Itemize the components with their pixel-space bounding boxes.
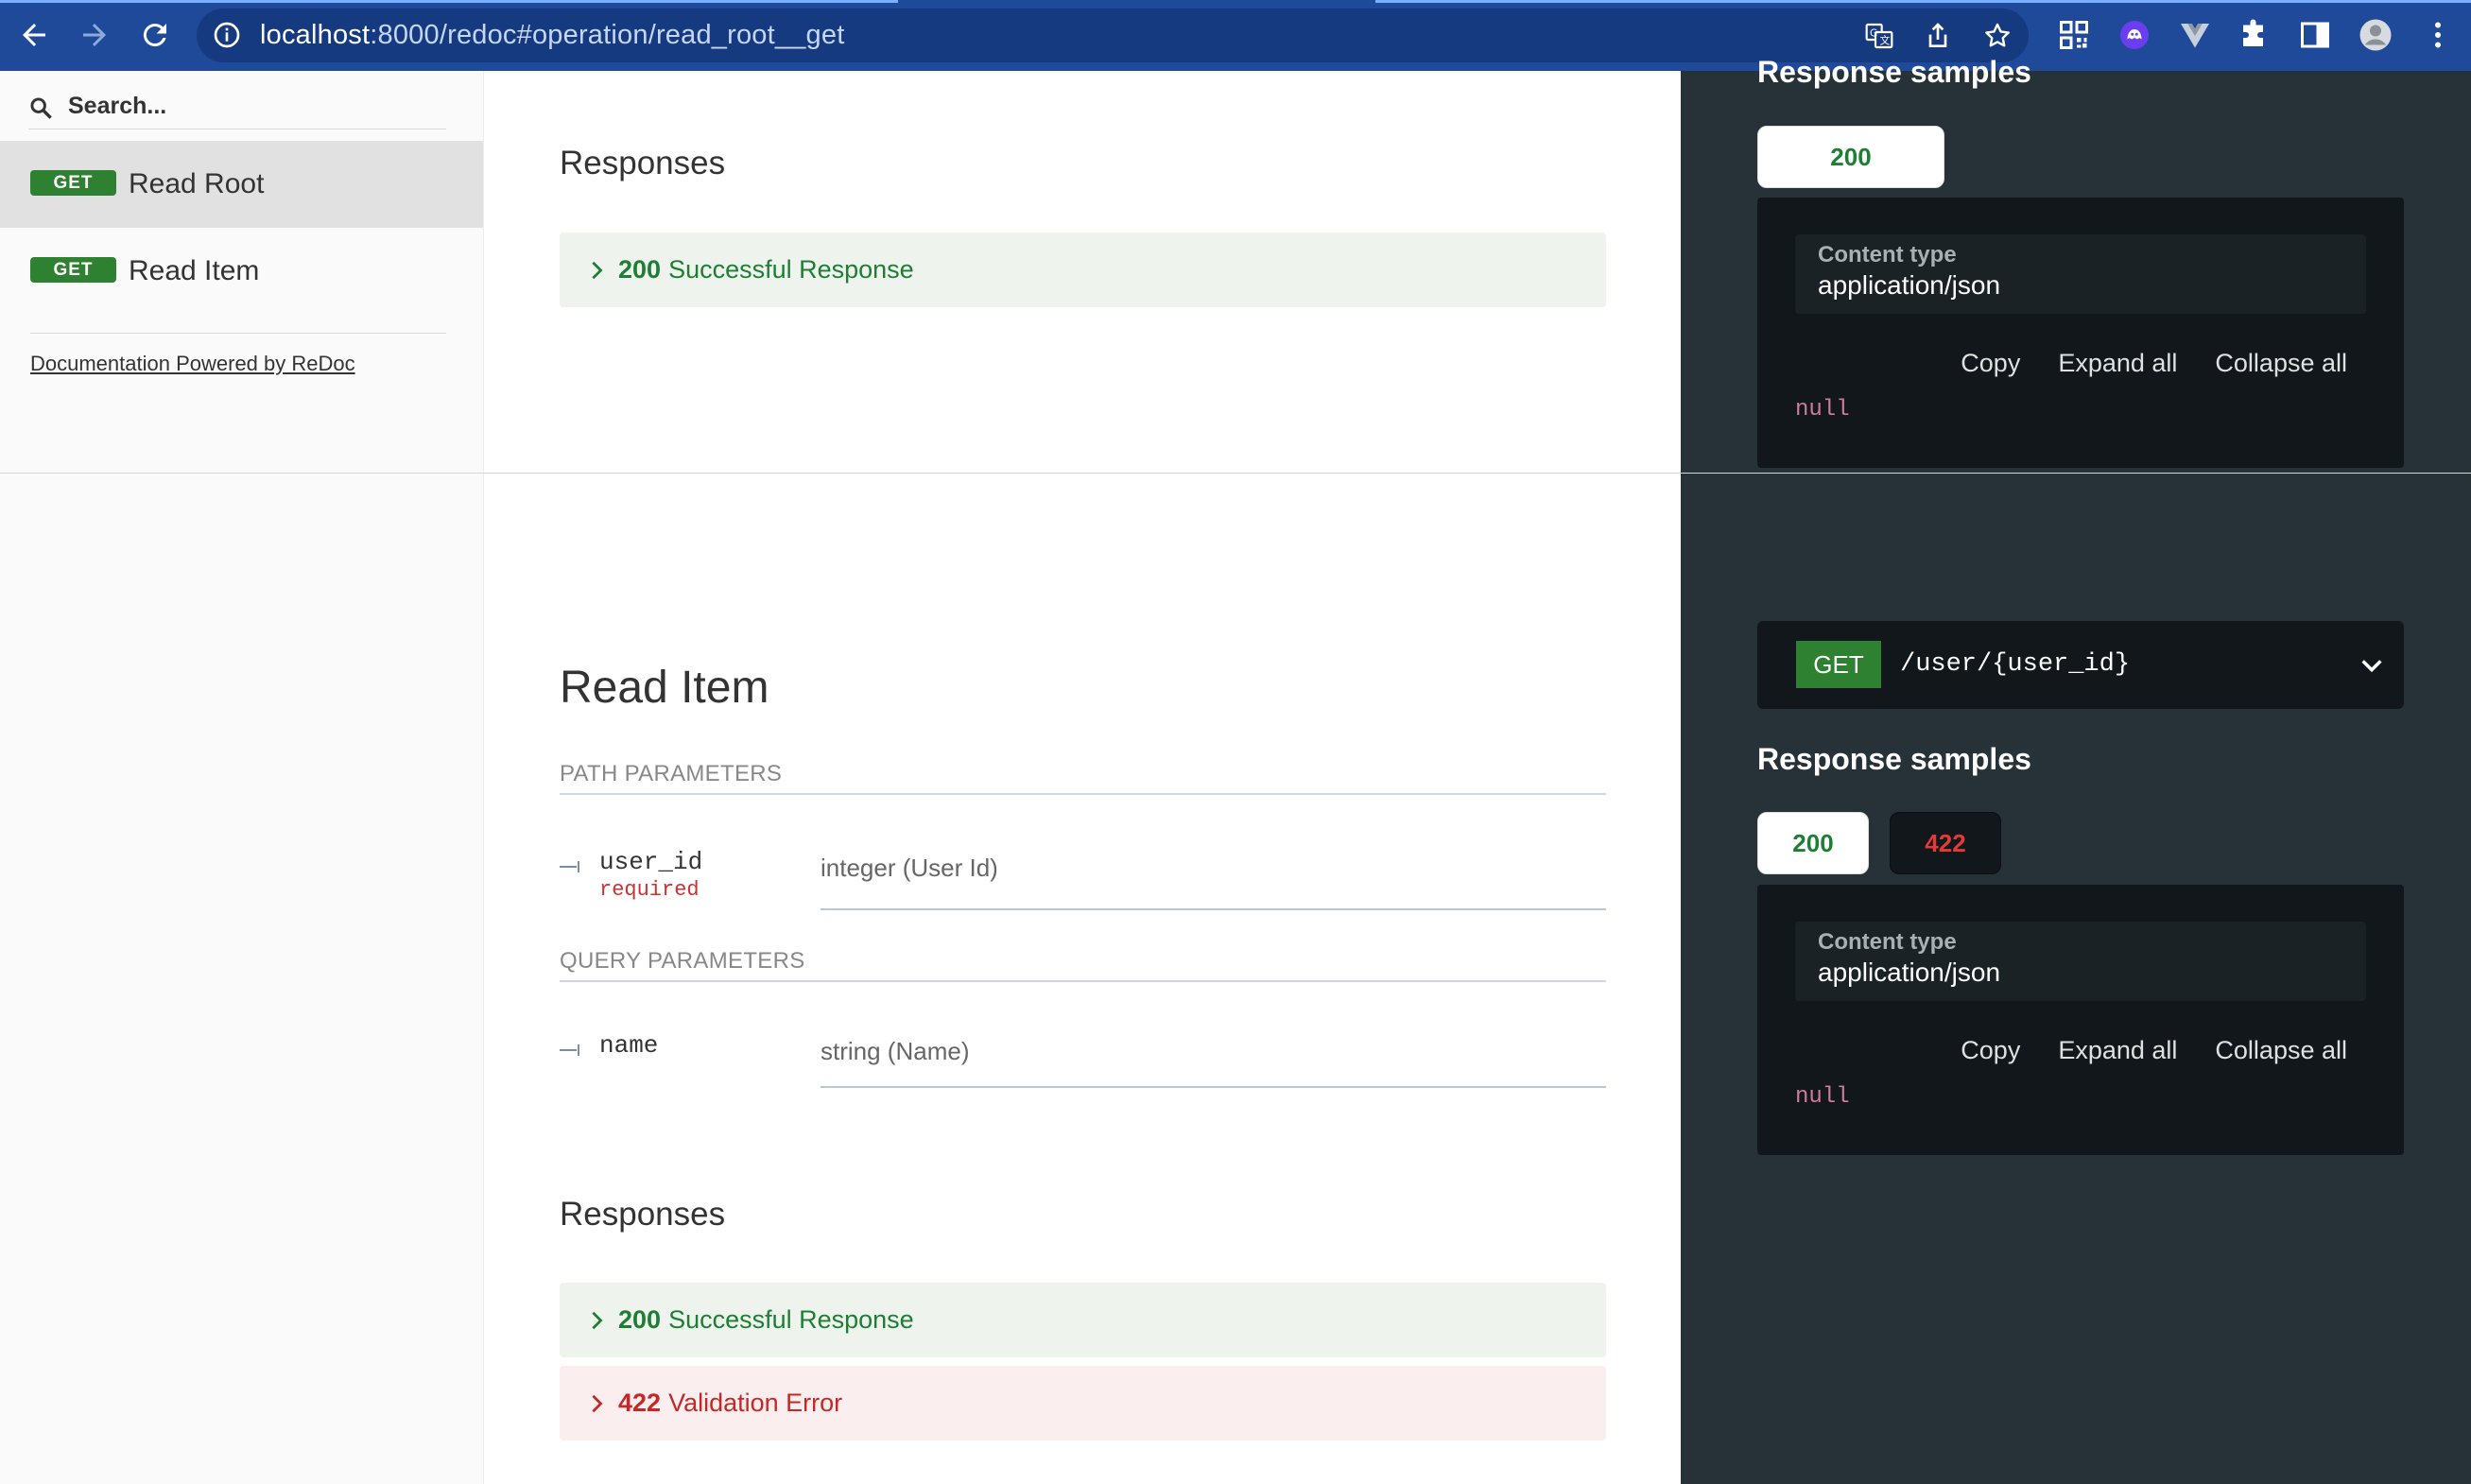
svg-text:文: 文 — [1880, 35, 1891, 47]
content-type-box: Content type application/json — [1795, 234, 2366, 314]
expand-all-button[interactable]: Expand all — [2058, 1036, 2177, 1065]
param-required: required — [599, 878, 700, 902]
sample-value: null — [1795, 397, 1850, 423]
content-type-value: application/json — [1818, 958, 2001, 987]
param-type: integer (User Id) — [821, 854, 998, 882]
search-input[interactable] — [68, 84, 437, 128]
qr-code-icon[interactable] — [2056, 17, 2092, 53]
copy-button[interactable]: Copy — [1961, 1036, 2020, 1065]
content-type-label: Content type — [1818, 929, 1957, 955]
response-code: 422 — [618, 1389, 662, 1417]
param-row-user-id: user_id required integer (User Id) — [560, 846, 1606, 922]
address-bar[interactable]: localhost:8000/redoc#operation/read_root… — [197, 9, 2029, 62]
param-type: string (Name) — [821, 1037, 970, 1065]
sample-tab-422[interactable]: 422 — [1890, 812, 2001, 874]
translate-icon[interactable]: G 文 — [1864, 21, 1894, 51]
get-method-badge: GET — [30, 170, 116, 196]
response-code: 200 — [618, 255, 662, 284]
response-code: 200 — [618, 1305, 662, 1334]
tab-strip-accent — [0, 0, 898, 3]
operation-title: Read Item — [560, 663, 769, 713]
main-content: Responses 200 Successful Response Read I… — [484, 71, 1681, 1484]
forward-arrow-icon[interactable] — [74, 14, 115, 56]
sample-tab-200[interactable]: 200 — [1757, 126, 1944, 188]
param-underline — [821, 1086, 1606, 1088]
response-samples-heading: Response samples — [1757, 55, 2031, 89]
vue-devtools-icon[interactable] — [2177, 17, 2213, 53]
browser-toolbar: localhost:8000/redoc#operation/read_root… — [0, 0, 2471, 71]
responses-heading: Responses — [560, 1196, 726, 1233]
reload-icon[interactable] — [134, 14, 176, 56]
collapse-all-button[interactable]: Collapse all — [2215, 349, 2347, 378]
param-underline — [821, 908, 1606, 910]
param-row-name: name string (Name) — [560, 1029, 1606, 1105]
section-divider — [0, 473, 2471, 474]
content-type-value: application/json — [1818, 270, 2001, 300]
endpoint-path: /user/{user_id} — [1900, 650, 2131, 679]
response-200-row[interactable]: 200 Successful Response — [560, 1283, 1606, 1357]
copy-button[interactable]: Copy — [1961, 349, 2020, 378]
response-description: Successful Response — [668, 1305, 914, 1334]
response-sample-box: Content type application/json Copy Expan… — [1757, 885, 2404, 1155]
sidebar-item-read-root[interactable]: GET Read Root — [0, 141, 483, 228]
search-box — [28, 84, 446, 129]
chevron-right-icon — [592, 261, 603, 279]
share-icon[interactable] — [1923, 21, 1953, 51]
query-parameters-heading: QUERY PARAMETERS — [560, 948, 1606, 982]
url-text[interactable]: localhost:8000/redoc#operation/read_root… — [260, 9, 844, 62]
content-type-box: Content type application/json — [1795, 922, 2366, 1001]
path-parameters-heading: PATH PARAMETERS — [560, 761, 1606, 795]
sidebar-item-label: Read Item — [129, 255, 260, 286]
param-name: user_id — [599, 848, 703, 876]
url-host: localhost — [260, 20, 371, 50]
sidebar-item-read-item[interactable]: GET Read Item — [0, 228, 483, 315]
search-icon — [30, 97, 52, 119]
collapse-all-button[interactable]: Collapse all — [2215, 1036, 2347, 1065]
content-type-label: Content type — [1818, 242, 1957, 267]
sample-actions: Copy Expand all Collapse all — [1961, 349, 2347, 378]
tab-strip-accent-right — [1375, 0, 2471, 3]
param-name: name — [599, 1031, 659, 1060]
url-path: :8000/redoc#operation/read_root__get — [370, 20, 845, 50]
sidebar-item-label: Read Root — [129, 168, 265, 199]
extension-ghost-icon[interactable] — [2117, 17, 2152, 53]
response-samples-panel: Response samples 200 Content type applic… — [1681, 55, 2471, 1484]
response-description: Validation Error — [668, 1389, 843, 1417]
expand-all-button[interactable]: Expand all — [2058, 349, 2177, 378]
chevron-right-icon — [592, 1394, 603, 1412]
back-arrow-icon[interactable] — [13, 14, 55, 56]
bookmark-star-icon[interactable] — [1982, 21, 2013, 51]
get-method-badge: GET — [30, 257, 116, 283]
response-200-row[interactable]: 200 Successful Response — [560, 233, 1606, 307]
sample-tab-200[interactable]: 200 — [1757, 812, 1869, 874]
side-panel-icon[interactable] — [2297, 17, 2333, 53]
response-sample-box: Content type application/json Copy Expan… — [1757, 198, 2404, 468]
endpoint-method-badge: GET — [1796, 641, 1881, 688]
param-tick-icon — [560, 1044, 579, 1056]
profile-avatar-icon[interactable] — [2358, 17, 2393, 53]
sidebar-divider — [30, 333, 446, 334]
puzzle-icon[interactable] — [2237, 17, 2272, 53]
sample-value: null — [1795, 1084, 1850, 1110]
response-description: Successful Response — [668, 255, 914, 284]
more-menu-icon[interactable] — [2420, 17, 2456, 53]
sample-actions: Copy Expand all Collapse all — [1961, 1036, 2347, 1065]
info-icon[interactable] — [212, 20, 242, 50]
powered-by-redoc-link[interactable]: Documentation Powered by ReDoc — [30, 352, 355, 376]
endpoint-dropdown[interactable]: GET /user/{user_id} — [1757, 621, 2404, 709]
svg-text:G: G — [1870, 27, 1877, 40]
chevron-right-icon — [592, 1311, 603, 1329]
param-tick-icon — [560, 861, 579, 872]
chevron-down-icon — [2361, 660, 2382, 673]
response-samples-heading: Response samples — [1757, 742, 2031, 776]
response-422-row[interactable]: 422 Validation Error — [560, 1366, 1606, 1441]
responses-heading: Responses — [560, 145, 726, 181]
api-sidebar: GET Read Root GET Read Item Documentatio… — [0, 71, 484, 1484]
